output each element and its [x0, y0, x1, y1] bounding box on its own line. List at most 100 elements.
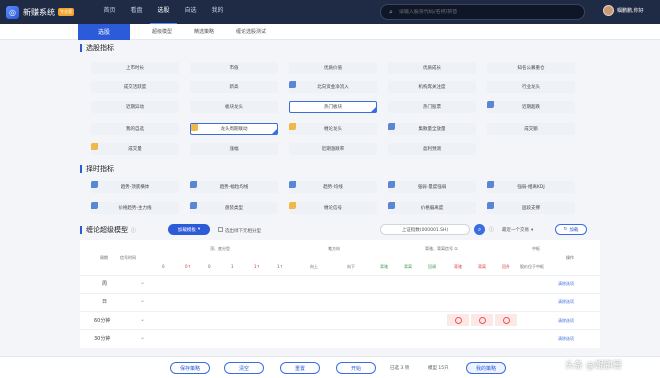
tile-volume-surge[interactable]: 集散量全放量 — [388, 123, 476, 135]
tile-sector-leader[interactable]: 板块龙头 — [190, 101, 278, 113]
column-header: 0 — [208, 264, 211, 269]
model-grid: 顶、底分型 笔方向 背驰、背离信号 ① 中枢 周期 信号时间 0 0↑ 0 1 … — [80, 240, 600, 348]
help-icon[interactable]: ⓘ — [489, 226, 494, 233]
tile-recent-move[interactable]: 近期异动 — [91, 101, 179, 113]
tab-super-model[interactable]: 超级模型 — [152, 28, 172, 35]
user-menu[interactable]: 帼鹏鹏,你好 — [603, 5, 644, 16]
clear-button[interactable]: 清空 — [224, 362, 264, 374]
tile-label: 热门板块 — [324, 105, 342, 110]
tile-quality-value[interactable]: 优质价值 — [289, 62, 377, 74]
signal-cell[interactable] — [447, 314, 469, 326]
reset-button[interactable]: 重置 — [280, 362, 320, 374]
chevron-down-icon[interactable]: ⌄ — [140, 316, 145, 323]
tile-industry-leader[interactable]: 行业龙头 — [487, 81, 575, 93]
section-title: 择时指标 — [86, 165, 114, 173]
tile-price-deviation[interactable]: 价格偏离度 — [388, 202, 476, 214]
tile-label: 涨幅 — [229, 147, 239, 152]
nav-market[interactable]: 看盘 — [123, 0, 150, 25]
load-button[interactable]: ↻ 加载 — [555, 224, 587, 235]
tile-label: 近期异动 — [126, 105, 144, 110]
tile-activity[interactable]: 成交活跃度 — [91, 81, 179, 93]
tile-new-high[interactable]: 新高 — [190, 81, 278, 93]
main-nav: 首页 看盘 选股 自选 我的 — [96, 0, 231, 25]
flag-icon — [190, 181, 197, 188]
search-icon[interactable]: ⌕ — [474, 224, 485, 235]
tile-label: 强弱-量度强弱 — [417, 185, 447, 190]
tile-price-trend-main[interactable]: 价格趋势-主力线 — [91, 202, 179, 214]
chevron-down-icon[interactable]: ⌄ — [140, 279, 145, 286]
help-icon[interactable]: ⓘ — [131, 227, 136, 234]
tile-leader-cycle[interactable]: 龙头周期联动 — [190, 123, 278, 135]
tile-my-watchlist[interactable]: 我的自选 — [91, 123, 179, 135]
search-input[interactable] — [398, 9, 579, 15]
flag-icon — [289, 181, 296, 188]
nav-mine[interactable]: 我的 — [204, 0, 231, 25]
tile-trend-ma[interactable]: 趋势-均线 — [289, 181, 377, 193]
tile-label: 近期超跌 — [522, 105, 540, 110]
tile-trend-ma-grain[interactable]: 趋势-幅粒均线 — [190, 181, 278, 193]
tile-institution[interactable]: 机构席关注度 — [388, 81, 476, 93]
tab-stock-picking[interactable]: 选股 — [78, 23, 130, 40]
tile-hot-stock[interactable]: 热门股票 — [388, 101, 476, 113]
tile-volume[interactable]: 成交量 — [91, 143, 179, 155]
tile-turnover[interactable]: 成交额 — [487, 123, 575, 135]
tile-support[interactable]: 固段支撑 — [487, 202, 575, 214]
tile-label: 市值 — [229, 66, 239, 71]
search-box[interactable]: ⌕ — [380, 4, 585, 20]
tab-chan-test[interactable]: 缠论选股测试 — [236, 28, 266, 35]
chevron-down-icon[interactable]: ⌄ — [140, 297, 145, 304]
top-bar: ◎ 新赚系统 专业版 首页 看盘 选股 自选 我的 ⌕ 帼鹏鹏,你好 — [0, 0, 660, 25]
section-timing-indicators: 择时指标 — [80, 164, 114, 174]
start-button[interactable]: 开始 — [336, 362, 376, 374]
tile-chan-leader[interactable]: 缠论龙头 — [289, 123, 377, 135]
group-header: 笔方向 — [328, 246, 340, 251]
tile-northbound[interactable]: 北向资金净流入 — [289, 81, 377, 93]
tile-fund-holdings[interactable]: 知名公募重仓 — [487, 62, 575, 74]
template-select[interactable]: 加载模板 ▾ — [168, 224, 210, 235]
tile-quality-growth[interactable]: 优质成长 — [388, 62, 476, 74]
tab-selected-strategy[interactable]: 精选策略 — [194, 28, 214, 35]
clear-option-link[interactable]: 清除选项 — [558, 281, 574, 287]
app-name: 新赚系统 — [23, 7, 55, 17]
refresh-icon: ↻ — [563, 227, 568, 232]
watermark: 头条 @鲲鹏哥 — [565, 361, 622, 371]
clear-option-link[interactable]: 清除选项 — [558, 318, 574, 324]
split-checkbox[interactable]: 选出绿下元相分型 — [218, 227, 261, 234]
save-strategy-button[interactable]: 保存策略 — [170, 362, 210, 374]
tile-chan-signal[interactable]: 缠论信号 — [289, 202, 377, 214]
clear-option-link[interactable]: 清除选项 — [558, 336, 574, 342]
my-strategy-button[interactable]: 我的策略 — [466, 362, 506, 374]
tile-strength-kdj[interactable]: 强弱-相离KDJ — [487, 181, 575, 193]
index-select[interactable]: 上证指数(000001.SH) — [380, 224, 470, 235]
model-count: 模型 15只 — [428, 366, 449, 371]
tile-hot-sector[interactable]: 热门板块 — [289, 101, 377, 113]
avatar[interactable] — [603, 5, 614, 16]
tile-listing-time[interactable]: 上市时长 — [91, 62, 179, 74]
nav-watchlist[interactable]: 自选 — [177, 0, 204, 25]
signal-cell[interactable] — [495, 314, 517, 326]
tile-earnings-forecast[interactable]: 盈利预测 — [388, 143, 476, 155]
chevron-down-icon: ▾ — [197, 227, 201, 232]
column-header: 0↑ — [185, 264, 191, 269]
column-header: 背离 — [478, 264, 486, 269]
nav-home[interactable]: 首页 — [96, 0, 123, 25]
section-stock-indicators: 选股指标 — [80, 43, 114, 53]
tile-trend-top-bottom[interactable]: 趋势-顶底横体 — [91, 181, 179, 193]
tile-pattern-type[interactable]: 盘装类型 — [190, 202, 278, 214]
tile-label: 集散量全放量 — [418, 127, 446, 132]
signal-cell[interactable] — [471, 314, 493, 326]
column-header: 1 — [231, 264, 234, 269]
column-header: 向上 — [310, 264, 318, 269]
tile-recent-change[interactable]: 近期涨跌率 — [289, 143, 377, 155]
tile-strength-volume[interactable]: 强弱-量度强弱 — [388, 181, 476, 193]
chevron-down-icon[interactable]: ⌄ — [140, 334, 145, 341]
recent-select[interactable]: 最近一个交易 ▾ — [502, 227, 533, 233]
nav-stock-picking[interactable]: 选股 — [150, 0, 177, 25]
flag-icon — [388, 123, 395, 130]
clear-option-link[interactable]: 清除选项 — [558, 299, 574, 305]
tile-market-cap[interactable]: 市值 — [190, 62, 278, 74]
app-logo[interactable]: ◎ 新赚系统 专业版 — [6, 5, 86, 19]
tile-gain[interactable]: 涨幅 — [190, 143, 278, 155]
tile-oversold[interactable]: 近期超跌 — [487, 101, 575, 113]
load-button-label: 加载 — [569, 227, 579, 233]
